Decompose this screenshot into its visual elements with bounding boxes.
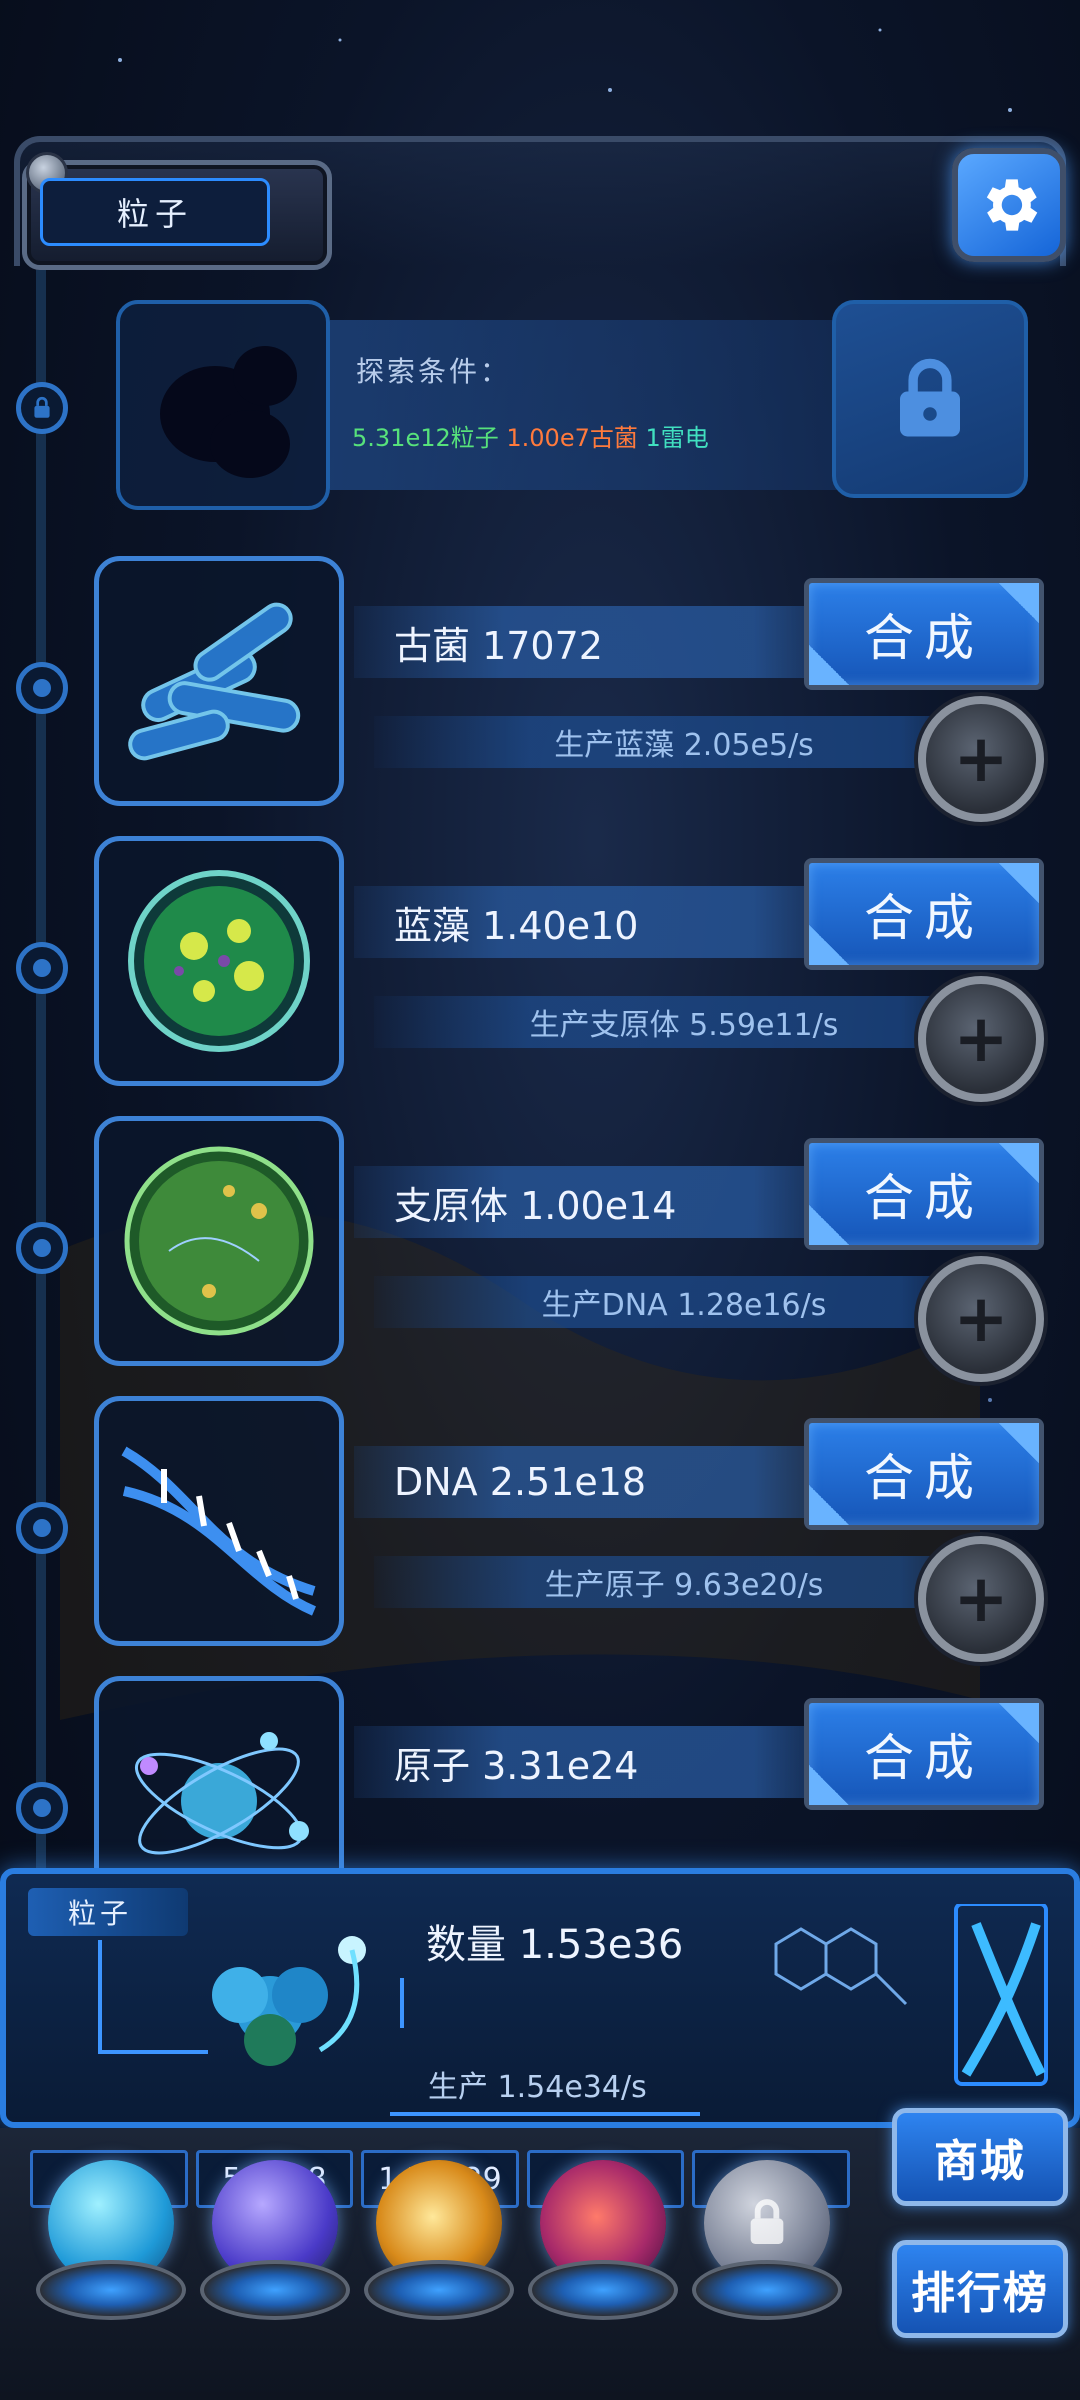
explore-locked-row: 探索条件： 5.31e12粒子 1.00e7古菌 1雷电 — [116, 300, 1028, 510]
plus-icon: + — [953, 1280, 1009, 1357]
particle-cluster-icon — [212, 1936, 366, 2066]
item-name: DNA 2.51e18 — [354, 1446, 854, 1518]
synthesize-button[interactable]: 合成 — [804, 1418, 1044, 1530]
plus-icon: + — [953, 720, 1009, 797]
item-production: 生产蓝藻 2.05e5/s — [374, 716, 994, 768]
item-name: 古菌 17072 — [354, 606, 854, 678]
rail-node — [16, 662, 68, 714]
item-row-dna: DNA 2.51e18 生产原子 9.63e20/s 合成 + — [94, 1396, 1054, 1662]
orb-pedestal — [692, 2260, 842, 2320]
cyanobacteria-icon — [94, 836, 344, 1086]
circuit-line — [98, 2050, 208, 2054]
lightning-orb-button[interactable] — [200, 2160, 350, 2360]
synthesize-button[interactable]: 合成 — [804, 1698, 1044, 1810]
rail-node-locked — [16, 382, 68, 434]
explore-lock-button[interactable] — [832, 300, 1028, 498]
shop-button[interactable]: 商城 — [892, 2108, 1068, 2206]
explore-condition-label: 探索条件： — [356, 355, 512, 388]
rail-node — [16, 1222, 68, 1274]
plus-icon: + — [953, 1560, 1009, 1637]
brain-orb-button[interactable] — [528, 2160, 678, 2360]
item-row-mycoplasma: 支原体 1.00e14 生产DNA 1.28e16/s 合成 + — [94, 1116, 1054, 1382]
item-name: 支原体 1.00e14 — [354, 1166, 854, 1238]
rail-node — [16, 1502, 68, 1554]
bacteria-icon — [94, 556, 344, 806]
synthesize-button[interactable]: 合成 — [804, 858, 1044, 970]
cond-lightning: 1雷电 — [645, 424, 709, 452]
circuit-line — [98, 1940, 102, 2050]
upgrade-plus-button[interactable]: + — [918, 1536, 1044, 1662]
cond-archaea: 1.00e7古菌 — [506, 424, 638, 452]
explore-conditions: 5.31e12粒子 1.00e7古菌 1雷电 — [352, 418, 709, 453]
item-production: 生产DNA 1.28e16/s — [374, 1276, 994, 1328]
orb-pedestal — [200, 2260, 350, 2320]
particle-production: 生产 1.54e34/s — [428, 2070, 647, 2105]
orb-pedestal — [528, 2260, 678, 2320]
cond-particle: 5.31e12粒子 — [352, 424, 499, 452]
settings-button[interactable] — [952, 148, 1066, 262]
item-production: 生产原子 9.63e20/s — [374, 1556, 994, 1608]
explosion-orb-button[interactable] — [364, 2160, 514, 2360]
upgrade-plus-button[interactable]: + — [918, 976, 1044, 1102]
ranking-button[interactable]: 排行榜 — [892, 2240, 1068, 2338]
page-title: 粒子 — [40, 178, 270, 246]
rail-node — [16, 942, 68, 994]
rail-node — [16, 1782, 68, 1834]
circuit-line — [400, 1978, 404, 2028]
synthesize-button[interactable]: 合成 — [804, 1138, 1044, 1250]
lock-icon — [34, 396, 50, 418]
upgrade-plus-button[interactable]: + — [918, 1256, 1044, 1382]
plus-icon: + — [953, 1000, 1009, 1077]
progress-rail — [36, 270, 46, 1870]
synthesize-button[interactable]: 合成 — [804, 578, 1044, 690]
item-name: 蓝藻 1.40e10 — [354, 886, 854, 958]
lock-icon — [900, 358, 960, 437]
dna-icon — [94, 1396, 344, 1646]
item-row-archaea: 古菌 17072 生产蓝藻 2.05e5/s 合成 + — [94, 556, 1054, 822]
item-production: 生产支原体 5.59e11/s — [374, 996, 994, 1048]
particle-orb-button[interactable] — [36, 2160, 186, 2360]
mycoplasma-icon — [94, 1116, 344, 1366]
orb-pedestal — [36, 2260, 186, 2320]
locked-orb-button[interactable] — [692, 2160, 842, 2360]
upgrade-plus-button[interactable]: + — [918, 696, 1044, 822]
panel-tag: 粒子 — [28, 1888, 188, 1936]
molecule-dna-icon — [774, 1904, 1048, 2086]
gear-icon — [986, 179, 1038, 231]
circuit-line — [390, 2112, 700, 2116]
locked-silhouette — [116, 300, 330, 510]
orb-pedestal — [364, 2260, 514, 2320]
particle-count: 数量 1.53e36 — [426, 1922, 684, 1968]
lock-icon — [750, 2199, 784, 2244]
item-name: 原子 3.31e24 — [354, 1726, 854, 1798]
item-row-cyanobacteria: 蓝藻 1.40e10 生产支原体 5.59e11/s 合成 + — [94, 836, 1054, 1102]
